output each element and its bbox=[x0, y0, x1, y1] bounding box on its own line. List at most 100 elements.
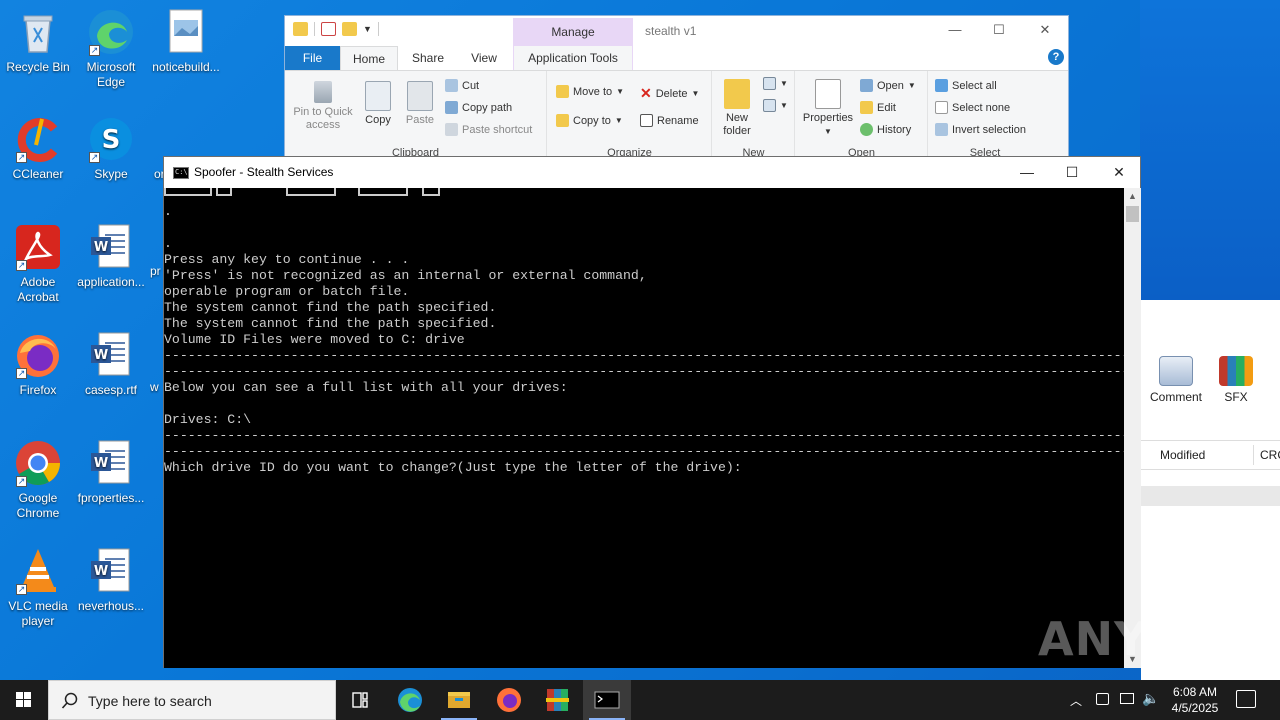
console-line: ----------------------------------------… bbox=[164, 364, 1124, 379]
pin-quick-access-button[interactable]: Pin to Quick access bbox=[291, 81, 355, 132]
ribbon: Pin to Quick access Copy Paste Cut Copy … bbox=[285, 70, 1068, 161]
console-window[interactable]: C:\ Spoofer - Stealth Services — ☐ ✕ . .… bbox=[163, 156, 1141, 668]
new-folder-icon bbox=[724, 79, 750, 109]
edit-button[interactable]: Edit bbox=[860, 101, 896, 114]
word-doc-icon: W bbox=[87, 547, 135, 595]
select-none-button[interactable]: Select none bbox=[935, 101, 1010, 114]
file-explorer-window[interactable]: ▼ Manage stealth v1 — ☐ ✕ File Home Shar… bbox=[284, 15, 1069, 161]
desktop-icon-skype[interactable]: S ↗ Skype bbox=[73, 115, 149, 182]
desktop-icon-neverhous[interactable]: W neverhous... bbox=[73, 547, 149, 614]
copy-button[interactable]: Copy bbox=[359, 81, 397, 127]
paste-button[interactable]: Paste bbox=[401, 81, 439, 127]
copy-to-icon bbox=[556, 114, 569, 127]
desktop-icon-vlc[interactable]: ↗ VLC media player bbox=[0, 547, 76, 629]
history-button[interactable]: History bbox=[860, 123, 911, 136]
ascii-art-fragment bbox=[358, 188, 408, 196]
network-icon[interactable] bbox=[1120, 693, 1134, 704]
easy-access-button[interactable]: ▼ bbox=[763, 99, 788, 112]
paste-shortcut-button[interactable]: Paste shortcut bbox=[445, 123, 532, 136]
cut-button[interactable]: Cut bbox=[445, 79, 479, 92]
new-group: New folder ▼ ▼ New bbox=[713, 71, 795, 161]
desktop-icon-recycle-bin[interactable]: Recycle Bin bbox=[0, 8, 76, 75]
column-crc[interactable]: CRC bbox=[1260, 448, 1280, 462]
history-icon bbox=[860, 123, 873, 136]
chevron-down-icon: ▼ bbox=[824, 127, 832, 136]
open-group: Properties ▼ Open ▼ Edit History Open bbox=[796, 71, 928, 161]
desktop-icon-chrome[interactable]: ↗ Google Chrome bbox=[0, 439, 76, 521]
delete-button[interactable]: ✕ Delete ▼ bbox=[640, 85, 699, 102]
edge-icon: ↗ bbox=[87, 8, 135, 56]
copy-to-button[interactable]: Copy to ▼ bbox=[556, 114, 623, 127]
tab-application-tools[interactable]: Application Tools bbox=[514, 46, 632, 70]
new-item-button[interactable]: ▼ bbox=[763, 77, 788, 90]
scroll-up-arrow-icon[interactable]: ▲ bbox=[1124, 188, 1141, 205]
comment-button[interactable]: Comment bbox=[1147, 356, 1205, 404]
desktop-icon-noticebuild[interactable]: noticebuild... bbox=[148, 8, 224, 75]
copy-to-label: Copy to bbox=[573, 114, 611, 127]
desktop-icon-label: casesp.rtf bbox=[84, 383, 138, 397]
task-view-icon bbox=[352, 692, 368, 708]
task-view-button[interactable] bbox=[336, 680, 384, 720]
manage-label: Manage bbox=[551, 25, 595, 39]
taskbar-file-explorer[interactable] bbox=[435, 680, 483, 720]
help-icon[interactable]: ? bbox=[1048, 49, 1064, 65]
taskbar-firefox[interactable] bbox=[485, 680, 533, 720]
open-button[interactable]: Open ▼ bbox=[860, 79, 916, 92]
tab-file[interactable]: File bbox=[285, 46, 340, 70]
minimize-icon[interactable]: — bbox=[1012, 161, 1042, 183]
new-folder-icon[interactable] bbox=[342, 22, 357, 36]
taskbar-search-box[interactable]: Type here to search bbox=[48, 680, 336, 720]
properties-icon[interactable] bbox=[321, 22, 336, 36]
taskbar-winrar[interactable] bbox=[534, 680, 582, 720]
tab-share[interactable]: Share bbox=[403, 46, 453, 70]
open-label: Open bbox=[877, 79, 904, 92]
desktop-icon-edge[interactable]: ↗ Microsoft Edge bbox=[73, 8, 149, 90]
copy-path-button[interactable]: Copy path bbox=[445, 101, 512, 114]
tab-home[interactable]: Home bbox=[340, 46, 398, 70]
notification-icon[interactable] bbox=[1236, 690, 1256, 708]
desktop-icon-label: Adobe Acrobat bbox=[17, 275, 59, 304]
network-device-icon[interactable] bbox=[1096, 693, 1109, 705]
desktop-icon-fproperties[interactable]: W fproperties... bbox=[73, 439, 149, 506]
move-to-label: Move to bbox=[573, 85, 613, 98]
minimize-icon[interactable]: — bbox=[947, 22, 963, 38]
close-icon[interactable]: ✕ bbox=[1037, 22, 1053, 38]
taskbar-console[interactable] bbox=[583, 680, 631, 720]
chevron-down-icon[interactable]: ▼ bbox=[363, 24, 372, 34]
select-all-button[interactable]: Select all bbox=[935, 79, 997, 92]
chevron-up-icon[interactable]: ︿ bbox=[1070, 692, 1082, 709]
tab-view[interactable]: View bbox=[459, 46, 509, 70]
sfx-button[interactable]: SFX bbox=[1213, 356, 1259, 404]
scroll-thumb[interactable] bbox=[1126, 206, 1139, 222]
desktop-icon-acrobat[interactable]: ↗ Adobe Acrobat bbox=[0, 223, 76, 305]
console-titlebar[interactable]: C:\ Spoofer - Stealth Services — ☐ ✕ bbox=[164, 157, 1140, 188]
explorer-titlebar[interactable]: ▼ Manage stealth v1 — ☐ ✕ bbox=[285, 16, 1068, 71]
maximize-icon[interactable]: ☐ bbox=[1057, 161, 1087, 183]
desktop-icon-application-doc[interactable]: W application... bbox=[73, 223, 149, 290]
move-to-button[interactable]: Move to ▼ bbox=[556, 85, 624, 98]
table-row[interactable] bbox=[1141, 486, 1280, 506]
paste-shortcut-icon bbox=[445, 123, 458, 136]
svg-text:W: W bbox=[94, 348, 108, 363]
column-modified[interactable]: Modified bbox=[1160, 448, 1205, 462]
desktop-icon-firefox[interactable]: ↗ Firefox bbox=[0, 331, 76, 398]
rename-button[interactable]: Rename bbox=[640, 114, 699, 127]
desktop-icon-casesp[interactable]: W casesp.rtf bbox=[73, 331, 149, 398]
chevron-down-icon: ▼ bbox=[616, 87, 625, 96]
taskbar-edge[interactable] bbox=[386, 680, 434, 720]
new-folder-button[interactable]: New folder bbox=[717, 79, 757, 138]
invert-selection-button[interactable]: Invert selection bbox=[935, 123, 1026, 136]
taskbar-clock[interactable]: 6:08 AM 4/5/2025 bbox=[1160, 684, 1230, 716]
start-button[interactable] bbox=[0, 680, 48, 720]
desktop-icon-label: Microsoft Edge bbox=[86, 60, 136, 89]
console-scrollbar[interactable]: ▲ ▼ bbox=[1124, 188, 1141, 668]
desktop-icon-ccleaner[interactable]: ↗ CCleaner bbox=[0, 115, 76, 182]
delete-label: Delete bbox=[655, 87, 688, 100]
volume-icon[interactable]: 🔈 bbox=[1142, 690, 1159, 707]
console-output[interactable]: . . Press any key to continue . . . 'Press… bbox=[164, 188, 1124, 668]
properties-button[interactable]: Properties ▼ bbox=[798, 79, 858, 138]
svg-text:W: W bbox=[94, 240, 108, 255]
properties-check-icon bbox=[815, 79, 841, 109]
close-icon[interactable]: ✕ bbox=[1104, 161, 1134, 183]
maximize-icon[interactable]: ☐ bbox=[991, 22, 1007, 38]
